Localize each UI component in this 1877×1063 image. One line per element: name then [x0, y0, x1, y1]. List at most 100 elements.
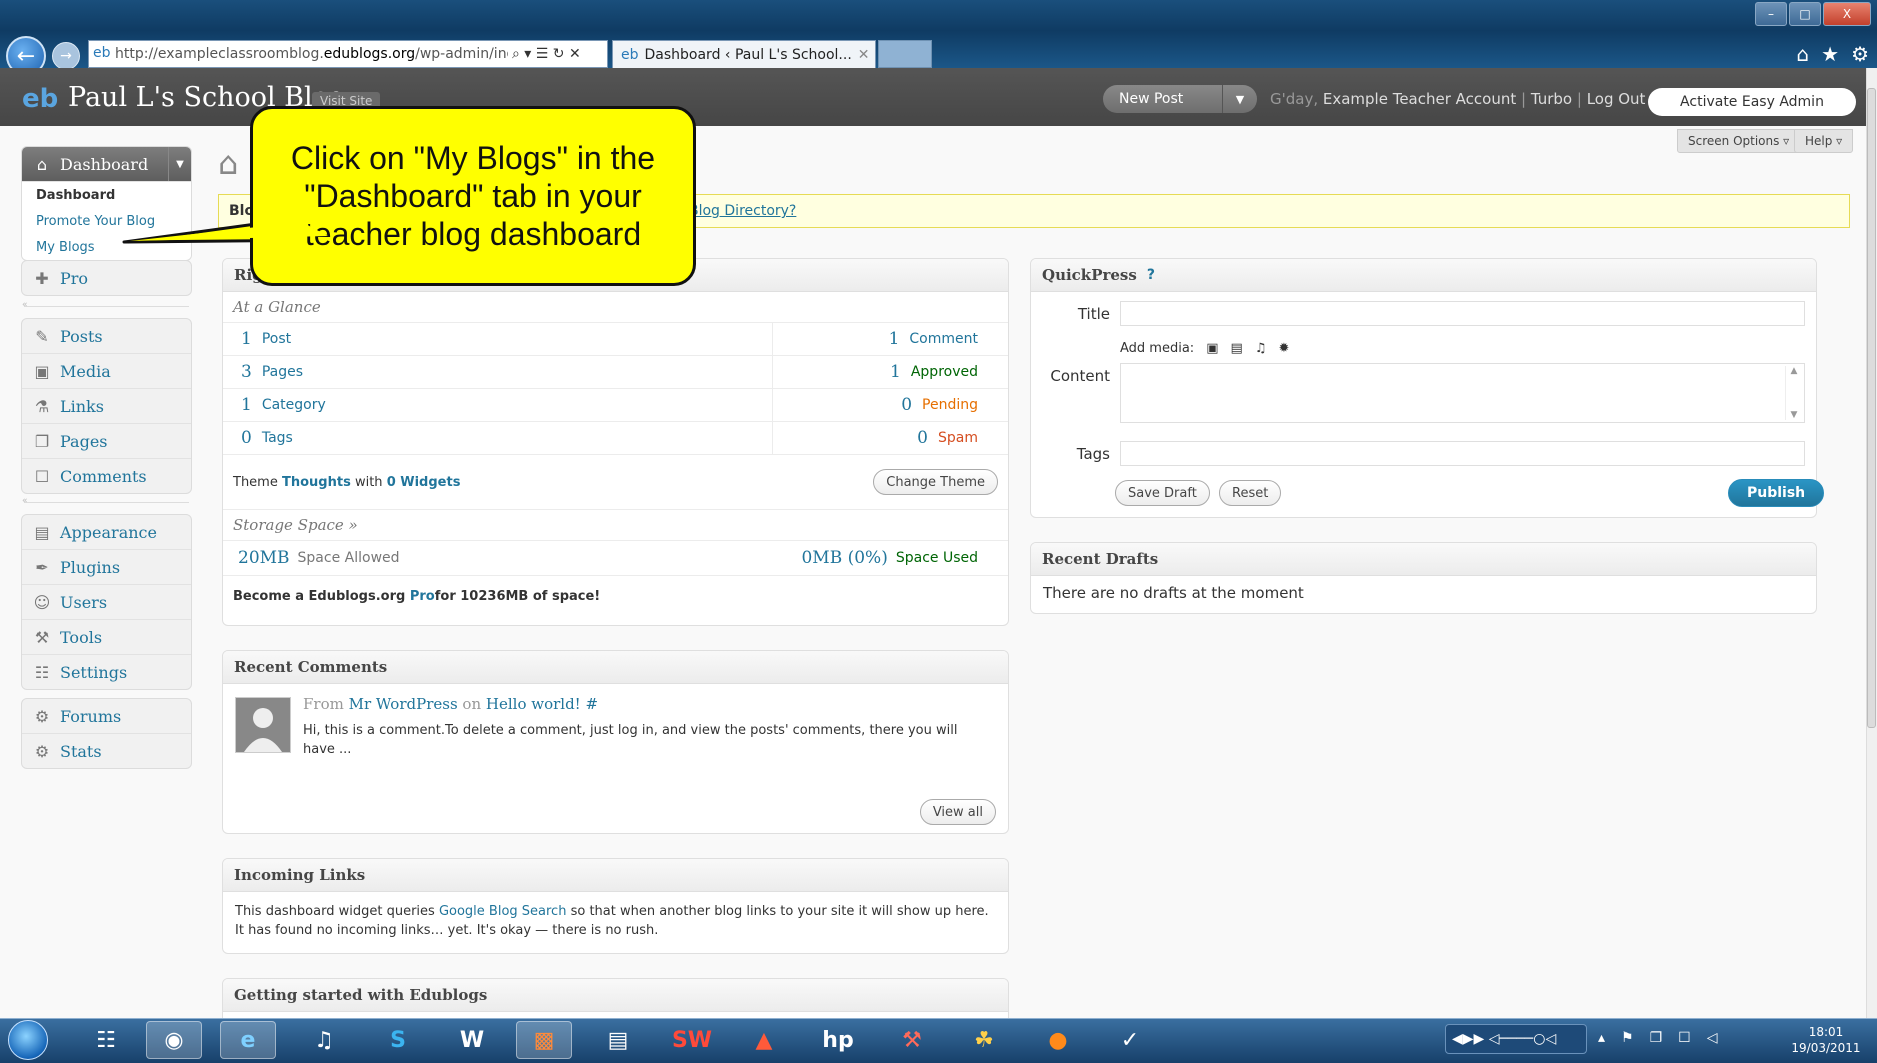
help-button[interactable]: Help ▿: [1794, 129, 1854, 153]
favorites-star-icon[interactable]: ★: [1821, 42, 1839, 66]
sidebar-item-tools[interactable]: ⚒ Tools: [22, 620, 191, 655]
content-textarea[interactable]: ▲ ▼: [1120, 363, 1805, 423]
sidebar-item-stats[interactable]: ⚙ Stats: [22, 734, 191, 768]
view-all-comments-button[interactable]: View all: [919, 799, 996, 825]
posts-count[interactable]: 1: [241, 329, 252, 349]
chevron-down-icon[interactable]: ▼: [168, 147, 191, 181]
add-video-icon[interactable]: ▤: [1230, 341, 1242, 356]
tags-count[interactable]: 0: [241, 428, 252, 448]
sidebar-item-appearance[interactable]: ▤ Appearance: [22, 515, 191, 550]
close-window-button[interactable]: X: [1823, 2, 1871, 26]
widget-title[interactable]: Recent Comments: [223, 651, 1008, 684]
sidebar-item-plugins[interactable]: ✒ Plugins: [22, 550, 191, 585]
new-tab-button[interactable]: [878, 40, 932, 68]
system-clock[interactable]: 18:01 19/03/2011: [1782, 1024, 1870, 1056]
taskbar-app-icon[interactable]: ✓: [1102, 1021, 1158, 1059]
home-icon[interactable]: ⌂: [1796, 42, 1809, 66]
action-center-flag-icon[interactable]: ⚑: [1621, 1030, 1634, 1046]
comment-post-link[interactable]: Hello world!: [486, 695, 581, 713]
storage-space-link[interactable]: Storage Space »: [223, 510, 1008, 541]
minimize-button[interactable]: –: [1755, 2, 1787, 26]
submenu-dashboard[interactable]: Dashboard: [22, 182, 191, 208]
sidebar-item-links[interactable]: ⚗ Links: [22, 389, 191, 424]
comment-permalink[interactable]: #: [581, 695, 598, 713]
pro-link[interactable]: Pro: [410, 589, 435, 604]
add-audio-icon[interactable]: ♫: [1255, 341, 1267, 356]
forward-button[interactable]: →: [52, 42, 80, 70]
sidebar-item-media[interactable]: ▣ Media: [22, 354, 191, 389]
start-button[interactable]: [8, 1020, 48, 1060]
media-player-tray[interactable]: ◀▶▶ ◁────○◁: [1445, 1024, 1587, 1054]
spam-link[interactable]: Spam: [938, 430, 978, 446]
tags-link[interactable]: Tags: [262, 430, 293, 446]
add-media-icon[interactable]: ✹: [1278, 341, 1289, 356]
category-link[interactable]: Category: [262, 397, 326, 413]
scrollbar-thumb[interactable]: [1867, 88, 1876, 728]
pages-link[interactable]: Pages: [262, 364, 303, 380]
sidebar-separator[interactable]: «: [22, 300, 189, 310]
approved-link[interactable]: Approved: [911, 364, 978, 380]
pending-count[interactable]: 0: [901, 395, 912, 415]
taskbar-explorer-icon[interactable]: ☷: [78, 1021, 134, 1059]
tab-dashboard[interactable]: eb Dashboard ‹ Paul L's School... ✕: [612, 40, 876, 68]
submenu-my-blogs[interactable]: My Blogs: [22, 234, 191, 260]
activate-easy-admin-button[interactable]: Activate Easy Admin: [1648, 88, 1856, 116]
screen-options-button[interactable]: Screen Options ▿: [1677, 129, 1801, 153]
pending-link[interactable]: Pending: [922, 397, 978, 413]
taskbar-ie-icon[interactable]: e: [220, 1021, 276, 1059]
reset-button[interactable]: Reset: [1219, 480, 1282, 506]
widget-title[interactable]: Incoming Links: [223, 859, 1008, 892]
textarea-scrollbar[interactable]: ▲ ▼: [1785, 366, 1802, 420]
sidebar-item-settings[interactable]: ☷ Settings: [22, 655, 191, 689]
theme-name-link[interactable]: Thoughts: [282, 475, 351, 490]
approved-count[interactable]: 1: [890, 362, 901, 382]
taskbar-word-icon[interactable]: W: [444, 1021, 500, 1059]
new-post-button[interactable]: New Post ▼: [1103, 85, 1257, 113]
taskbar-app-icon[interactable]: ▤: [590, 1021, 646, 1059]
google-blog-search-link[interactable]: Google Blog Search: [439, 904, 567, 919]
tab-close-icon[interactable]: ✕: [858, 47, 870, 63]
taskbar-app-icon[interactable]: ▲: [736, 1021, 792, 1059]
widget-title[interactable]: Getting started with Edublogs: [223, 979, 1008, 1012]
pages-count[interactable]: 3: [241, 362, 252, 382]
sidebar-item-forums[interactable]: ⚙ Forums: [22, 699, 191, 734]
taskbar-hp-icon[interactable]: hp: [810, 1021, 866, 1059]
publish-button[interactable]: Publish: [1728, 479, 1825, 507]
save-draft-button[interactable]: Save Draft: [1115, 480, 1210, 506]
change-theme-button[interactable]: Change Theme: [873, 469, 998, 495]
device-icon[interactable]: ❐: [1650, 1030, 1663, 1046]
title-input[interactable]: [1120, 301, 1805, 326]
add-image-icon[interactable]: ▣: [1206, 341, 1218, 356]
taskbar-app-icon[interactable]: ⚒: [884, 1021, 940, 1059]
turbo-link[interactable]: Turbo: [1531, 90, 1572, 108]
taskbar-itunes-icon[interactable]: ♫: [296, 1021, 352, 1059]
volume-icon[interactable]: ◁: [1707, 1030, 1718, 1046]
comments-count[interactable]: 1: [889, 329, 900, 349]
sidebar-item-posts[interactable]: ✎ Posts: [22, 319, 191, 354]
taskbar-app-icon[interactable]: ☘: [956, 1021, 1012, 1059]
chevron-down-icon[interactable]: ▼: [1222, 85, 1257, 113]
taskbar-skype-icon[interactable]: S: [370, 1021, 426, 1059]
submenu-promote-your-blog[interactable]: Promote Your Blog: [22, 208, 191, 234]
sidebar-item-dashboard[interactable]: ⌂ Dashboard ▼: [22, 147, 191, 182]
blog-directory-link[interactable]: Blog Directory?: [689, 203, 796, 219]
widgets-link[interactable]: 0 Widgets: [387, 475, 461, 490]
comments-link[interactable]: Comment: [909, 331, 978, 347]
address-tools[interactable]: ⌕ ▾ ☰ ↻ ✕: [508, 40, 608, 68]
taskbar-sw-icon[interactable]: SW: [664, 1021, 720, 1059]
taskbar-chrome-icon[interactable]: ◉: [146, 1021, 202, 1059]
sidebar-item-users[interactable]: ☺ Users: [22, 585, 191, 620]
network-icon[interactable]: ☐: [1678, 1030, 1691, 1046]
tools-gear-icon[interactable]: ⚙: [1851, 42, 1869, 66]
spam-count[interactable]: 0: [917, 428, 928, 448]
help-icon[interactable]: ?: [1147, 267, 1155, 283]
comment-author-link[interactable]: Mr WordPress: [349, 695, 458, 713]
show-hidden-icons-icon[interactable]: ▴: [1598, 1030, 1605, 1046]
sidebar-item-pro[interactable]: ✚ Pro: [22, 261, 191, 295]
widget-title[interactable]: Recent Drafts: [1031, 543, 1816, 576]
taskbar-app-icon[interactable]: ▩: [516, 1021, 572, 1059]
taskbar-firefox-icon[interactable]: ●: [1030, 1021, 1086, 1059]
sidebar-item-pages[interactable]: ❐ Pages: [22, 424, 191, 459]
tags-input[interactable]: [1120, 441, 1805, 466]
posts-link[interactable]: Post: [262, 331, 291, 347]
